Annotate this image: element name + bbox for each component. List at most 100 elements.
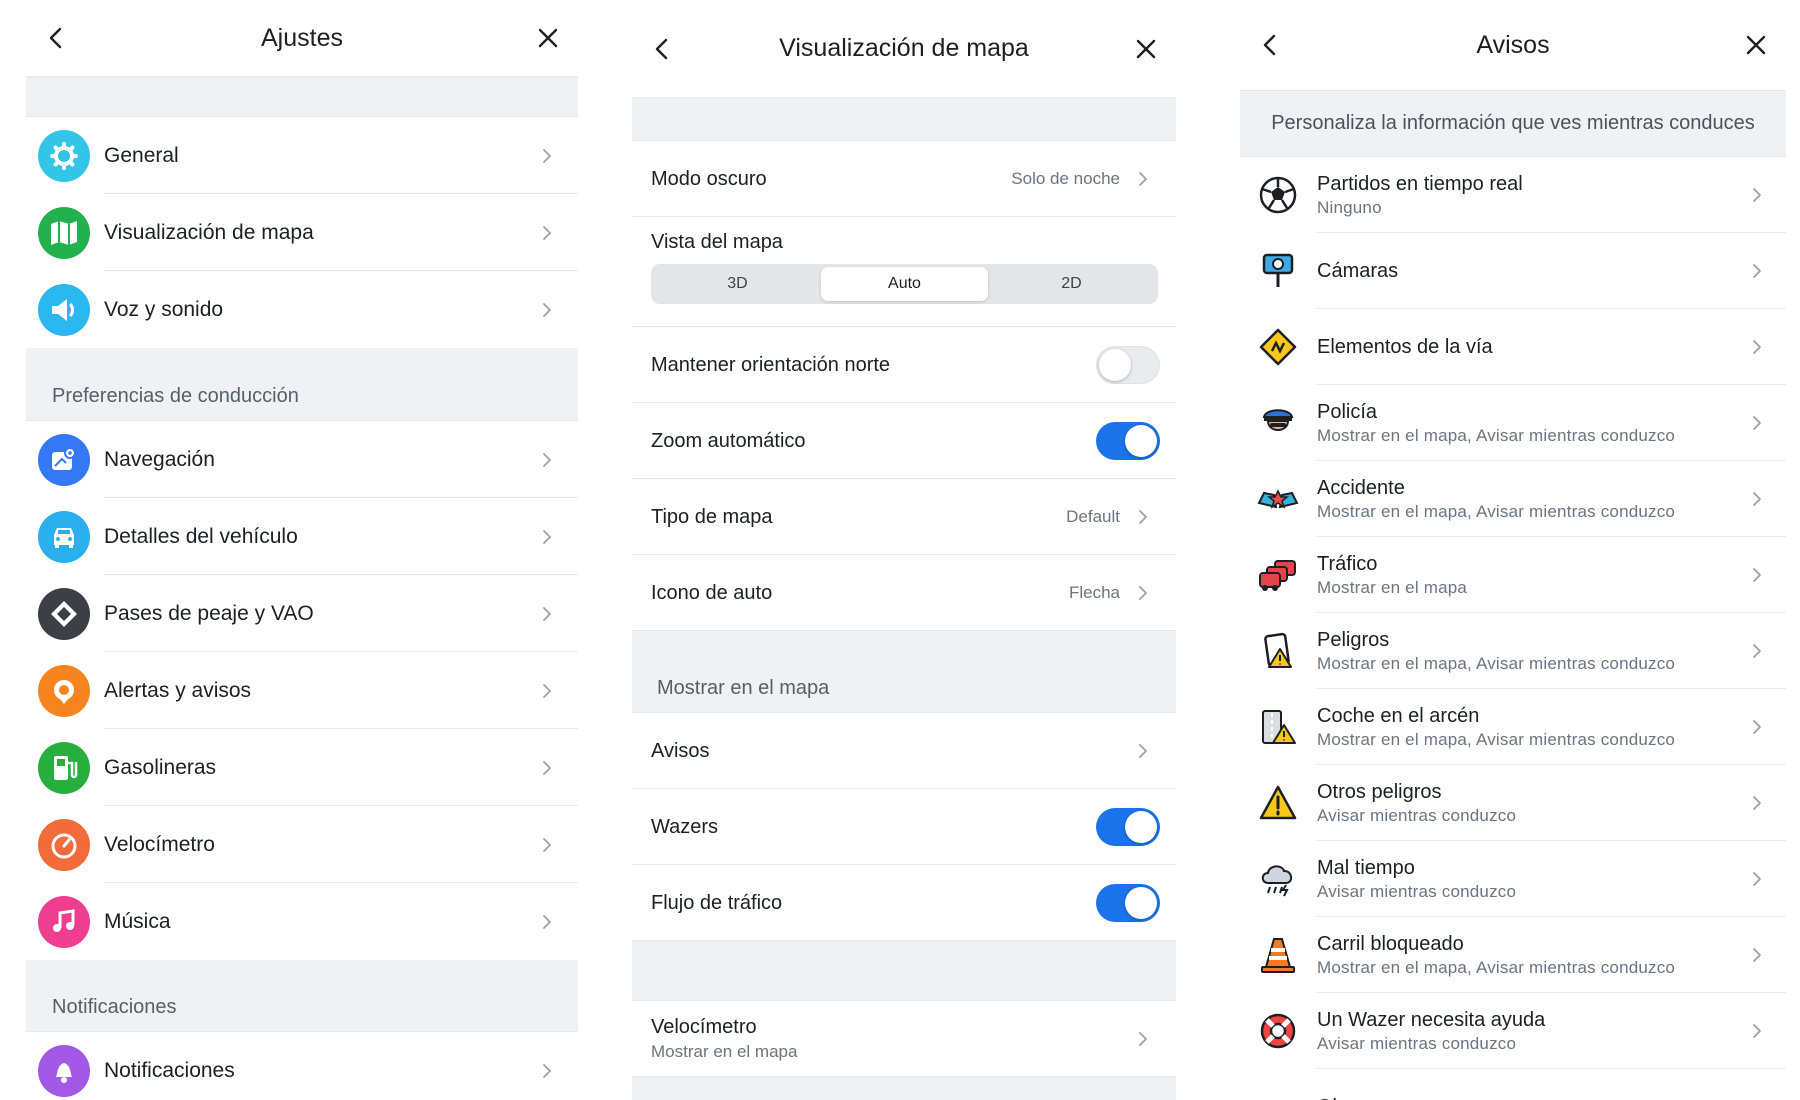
alert-item-sub: Mostrar en el mapa, Avisar mientras cond… [1317, 957, 1676, 977]
map-view-option-2d[interactable]: 2D [988, 267, 1155, 301]
auto-zoom-toggle[interactable] [1096, 422, 1160, 460]
chevron-right-icon [530, 837, 564, 853]
alert-item-road-sign[interactable]: Elementos de la vía [1240, 309, 1786, 385]
settings-item-bell[interactable]: Notificaciones [26, 1032, 578, 1100]
spacer [632, 941, 1176, 1001]
close-icon [1136, 39, 1156, 58]
settings-item-label: Gasolineras [104, 755, 217, 779]
settings-item-fuel[interactable]: Gasolineras [26, 729, 578, 806]
settings-item-label: Velocímetro [104, 832, 215, 856]
alert-item-sub: Mostrar en el mapa, Avisar mientras cond… [1317, 501, 1676, 521]
alert-item-warning[interactable]: Otros peligros Avisar mientras conduzco [1240, 765, 1786, 841]
map-view-option-3d[interactable]: 3D [654, 267, 821, 301]
chevron-right-icon [1740, 719, 1774, 735]
map-type-label: Tipo de mapa [651, 505, 773, 528]
close-button[interactable] [528, 0, 568, 76]
wazers-label: Wazers [651, 815, 719, 838]
dark-mode-label: Modo oscuro [651, 167, 767, 190]
chevron-right-icon [1740, 491, 1774, 507]
settings-item-alert[interactable]: Alertas y avisos [26, 652, 578, 729]
auto-zoom-row: Zoom automático [632, 403, 1176, 479]
settings-item-speaker[interactable]: Voz y sonido [26, 271, 578, 348]
hardhat-icon [1253, 1082, 1303, 1100]
auto-zoom-label: Zoom automático [651, 429, 806, 452]
settings-header: Ajustes [26, 0, 578, 77]
back-button[interactable] [642, 0, 682, 97]
wazers-toggle[interactable] [1096, 808, 1160, 846]
alert-icon [38, 664, 90, 717]
alert-item-sub: Avisar mientras conduzco [1317, 1033, 1517, 1053]
shoulder-car-icon [1253, 702, 1303, 752]
chevron-right-icon [530, 452, 564, 468]
alert-item-lifebuoy[interactable]: Un Wazer necesita ayuda Avisar mientras … [1240, 993, 1786, 1069]
alerts-row[interactable]: Avisos [632, 713, 1176, 789]
map-view-option-auto[interactable]: Auto [821, 267, 988, 301]
settings-item-label: General [104, 143, 179, 167]
lifebuoy-icon [1253, 1006, 1303, 1056]
alert-item-sub: Mostrar en el mapa, Avisar mientras cond… [1317, 653, 1676, 673]
back-button[interactable] [1250, 0, 1290, 90]
alerts-label: Avisos [651, 739, 710, 762]
chevron-right-icon [530, 606, 564, 622]
settings-item-label: Visualización de mapa [104, 220, 314, 244]
alert-item-sub: Mostrar en el mapa [1317, 577, 1468, 597]
settings-item-toll[interactable]: Pases de peaje y VAO [26, 575, 578, 652]
dark-mode-value: Solo de noche [1011, 169, 1120, 188]
chevron-right-icon [1126, 509, 1160, 525]
alert-item-sub: Mostrar en el mapa, Avisar mientras cond… [1317, 729, 1676, 749]
speaker-icon [38, 283, 90, 336]
close-button[interactable] [1126, 0, 1166, 97]
alert-item-soccer-ball[interactable]: Partidos en tiempo real Ninguno [1240, 157, 1786, 233]
close-icon [1746, 35, 1766, 55]
chevron-right-icon [530, 148, 564, 164]
back-button[interactable] [36, 0, 76, 76]
alert-item-traffic[interactable]: Tráfico Mostrar en el mapa [1240, 537, 1786, 613]
crash-icon [1253, 474, 1303, 524]
settings-item-navigation[interactable]: Navegación [26, 421, 578, 498]
alert-item-shoulder-car[interactable]: Coche en el arcén Mostrar en el mapa, Av… [1240, 689, 1786, 765]
chevron-right-icon [530, 302, 564, 318]
north-orientation-toggle[interactable] [1096, 346, 1160, 384]
alert-item-police[interactable]: Policía Mostrar en el mapa, Avisar mient… [1240, 385, 1786, 461]
toll-icon [38, 587, 90, 640]
alert-item-camera[interactable]: Cámaras [1240, 233, 1786, 309]
speedometer-row[interactable]: Velocímetro Mostrar en el mapa [632, 1001, 1176, 1077]
alert-item-storm[interactable]: Mal tiempo Avisar mientras conduzco [1240, 841, 1786, 917]
speedometer-sub: Mostrar en el mapa [651, 1042, 798, 1061]
settings-item-map[interactable]: Visualización de mapa [26, 194, 578, 271]
settings-item-speedometer[interactable]: Velocímetro [26, 806, 578, 883]
warning-icon [1253, 778, 1303, 828]
alert-item-label: Carril bloqueado [1317, 932, 1464, 955]
close-button[interactable] [1736, 0, 1776, 90]
map-icon [38, 206, 90, 259]
car-icon-row[interactable]: Icono de auto Flecha [632, 555, 1176, 631]
alert-item-hazard[interactable]: Peligros Mostrar en el mapa, Avisar mien… [1240, 613, 1786, 689]
alert-item-cone[interactable]: Carril bloqueado Mostrar en el mapa, Avi… [1240, 917, 1786, 993]
map-type-row[interactable]: Tipo de mapa Default [632, 479, 1176, 555]
alert-item-hardhat[interactable]: Obras [1240, 1069, 1786, 1100]
hazard-icon [1253, 626, 1303, 676]
chevron-right-icon [1126, 585, 1160, 601]
alert-item-label: Elementos de la vía [1317, 335, 1493, 358]
alert-item-label: Partidos en tiempo real [1317, 172, 1523, 195]
page-title: Avisos [1476, 30, 1550, 59]
speedometer-icon [38, 818, 90, 871]
camera-icon [1253, 246, 1303, 296]
chevron-right-icon [1740, 643, 1774, 659]
chevron-right-icon [1740, 339, 1774, 355]
alert-item-label: Coche en el arcén [1317, 704, 1480, 727]
dark-mode-row[interactable]: Modo oscuro Solo de noche [632, 141, 1176, 217]
alerts-info-text: Personaliza la información que ves mient… [1240, 91, 1786, 157]
car-icon-label: Icono de auto [651, 581, 773, 604]
settings-item-music[interactable]: Música [26, 883, 578, 960]
alert-item-label: Accidente [1317, 476, 1405, 499]
music-icon [38, 895, 90, 948]
alert-item-crash[interactable]: Accidente Mostrar en el mapa, Avisar mie… [1240, 461, 1786, 537]
settings-item-car[interactable]: Detalles del vehículo [26, 498, 578, 575]
alert-item-sub: Avisar mientras conduzco [1317, 805, 1517, 825]
settings-item-label: Navegación [104, 447, 215, 471]
traffic-flow-toggle[interactable] [1096, 884, 1160, 922]
settings-item-gear[interactable]: General [26, 117, 578, 194]
alerts-header: Avisos [1240, 0, 1786, 91]
road-sign-icon [1253, 322, 1303, 372]
